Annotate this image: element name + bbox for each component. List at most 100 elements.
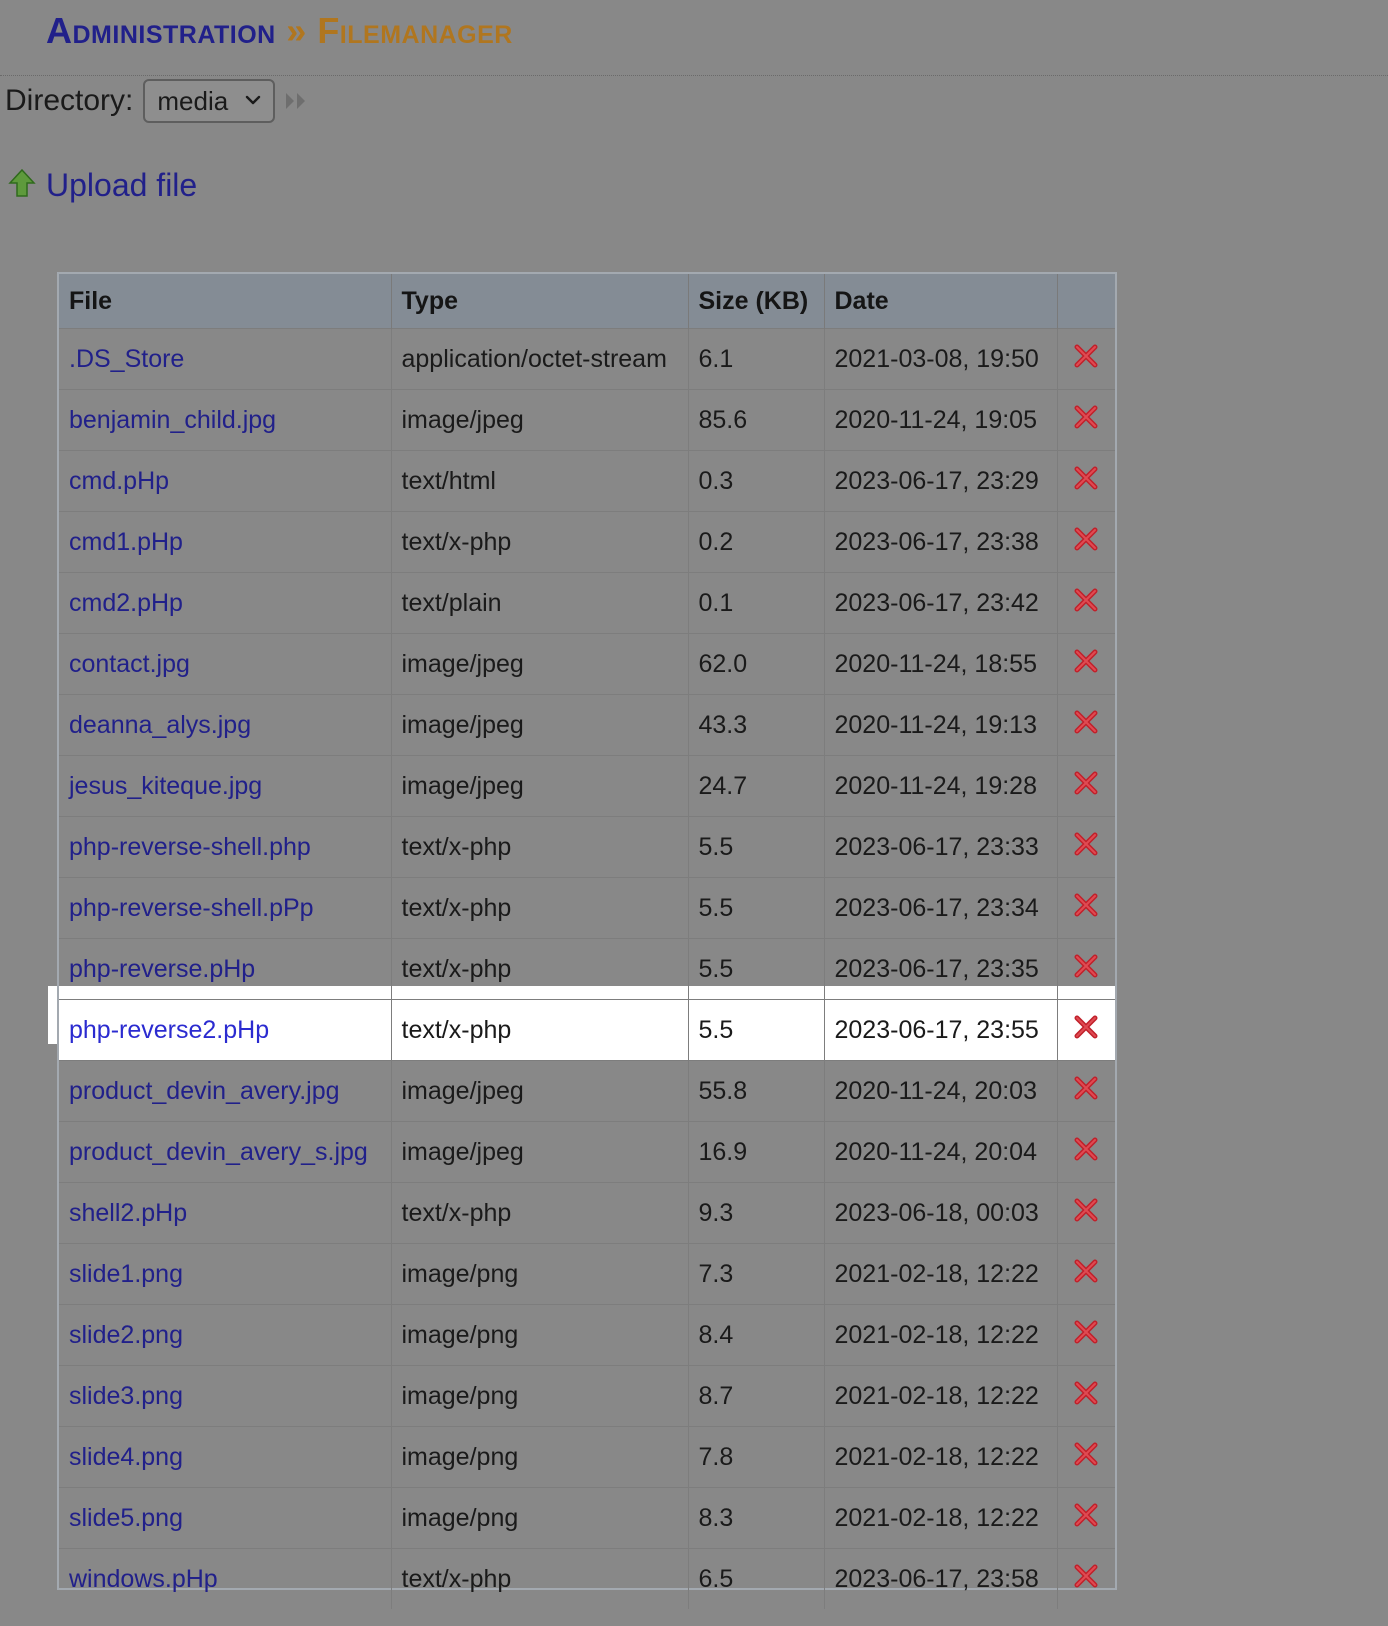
- delete-x-icon: [1072, 1198, 1100, 1230]
- file-name-link[interactable]: cmd.pHp: [59, 450, 392, 512]
- file-date: 2021-02-18, 12:22: [824, 1487, 1058, 1549]
- delete-file-button[interactable]: [1057, 633, 1115, 695]
- delete-file-button[interactable]: [1057, 1426, 1115, 1488]
- column-header-type[interactable]: Type: [391, 274, 689, 329]
- delete-file-button[interactable]: [1057, 1060, 1115, 1122]
- delete-file-button[interactable]: [1057, 511, 1115, 573]
- directory-select-value: media: [157, 85, 229, 116]
- delete-x-icon: [1072, 954, 1100, 986]
- file-type: image/jpeg: [391, 755, 689, 817]
- file-date: 2023-06-17, 23:55: [824, 999, 1058, 1061]
- table-row: slide1.png image/png 7.3 2021-02-18, 12:22: [59, 1243, 1115, 1305]
- delete-file-button[interactable]: [1057, 328, 1115, 390]
- file-size: 62.0: [688, 633, 825, 695]
- delete-file-button[interactable]: [1057, 755, 1115, 817]
- file-type: text/x-php: [391, 511, 689, 573]
- file-name-link[interactable]: slide2.png: [59, 1304, 392, 1366]
- file-name-link[interactable]: slide4.png: [59, 1426, 392, 1488]
- chevron-down-icon: [243, 90, 263, 115]
- delete-file-button[interactable]: [1057, 999, 1115, 1061]
- delete-file-button[interactable]: [1057, 1304, 1115, 1366]
- file-size: 5.5: [688, 877, 825, 939]
- file-name-link[interactable]: slide5.png: [59, 1487, 392, 1549]
- delete-file-button[interactable]: [1057, 1548, 1115, 1609]
- file-name-link[interactable]: jesus_kiteque.jpg: [59, 755, 392, 817]
- file-size: 5.5: [688, 999, 825, 1061]
- double-chevron-right-icon[interactable]: [283, 89, 311, 113]
- column-header-file[interactable]: File: [59, 274, 392, 329]
- file-size: 8.4: [688, 1304, 825, 1366]
- delete-file-button[interactable]: [1057, 1243, 1115, 1305]
- table-row: php-reverse-shell.pPp text/x-php 5.5 2023-0…: [59, 877, 1115, 939]
- file-name-link[interactable]: .DS_Store: [59, 328, 392, 390]
- file-size: 55.8: [688, 1060, 825, 1122]
- file-size: 8.3: [688, 1487, 825, 1549]
- file-name-link[interactable]: slide3.png: [59, 1365, 392, 1427]
- file-name-link[interactable]: shell2.pHp: [59, 1182, 392, 1244]
- file-name-link[interactable]: php-reverse-shell.pPp: [59, 877, 392, 939]
- delete-x-icon: [1072, 1503, 1100, 1535]
- file-name-link[interactable]: cmd2.pHp: [59, 572, 392, 634]
- table-row: product_devin_avery.jpg image/jpeg 55.8 202…: [59, 1060, 1115, 1122]
- file-type: image/jpeg: [391, 633, 689, 695]
- file-size: 5.5: [688, 938, 825, 1000]
- file-table-container: File Type Size (KB) Date .DS_Store applic…: [57, 272, 1117, 1609]
- file-name-link[interactable]: php-reverse-shell.php: [59, 816, 392, 878]
- delete-file-button[interactable]: [1057, 1121, 1115, 1183]
- file-name-link[interactable]: slide1.png: [59, 1243, 392, 1305]
- upload-file-link[interactable]: Upload file: [8, 163, 197, 207]
- file-name-link[interactable]: benjamin_child.jpg: [59, 389, 392, 451]
- filemanager-page: Administration » Filemanager Directory: …: [0, 0, 1388, 1626]
- file-name-link[interactable]: windows.pHp: [59, 1548, 392, 1609]
- file-type: text/x-php: [391, 1548, 689, 1609]
- file-size: 6.1: [688, 328, 825, 390]
- delete-x-icon: [1072, 1320, 1100, 1352]
- delete-x-icon: [1072, 405, 1100, 437]
- delete-file-button[interactable]: [1057, 572, 1115, 634]
- up-arrow-icon: [8, 168, 36, 203]
- file-type: image/png: [391, 1365, 689, 1427]
- delete-file-button[interactable]: [1057, 1365, 1115, 1427]
- breadcrumb-separator: »: [286, 10, 307, 51]
- page-title: Administration » Filemanager: [46, 6, 513, 56]
- table-row: jesus_kiteque.jpg image/jpeg 24.7 2020-11-2…: [59, 755, 1115, 817]
- delete-file-button[interactable]: [1057, 938, 1115, 1000]
- upload-file-label: Upload file: [46, 166, 198, 203]
- delete-file-button[interactable]: [1057, 1182, 1115, 1244]
- column-header-date[interactable]: Date: [824, 274, 1058, 329]
- file-size: 7.3: [688, 1243, 825, 1305]
- file-date: 2023-06-17, 23:58: [824, 1548, 1058, 1609]
- column-header-size[interactable]: Size (KB): [688, 274, 825, 329]
- delete-file-button[interactable]: [1057, 1487, 1115, 1549]
- breadcrumb-admin[interactable]: Administration: [46, 10, 276, 51]
- file-name-link[interactable]: deanna_alys.jpg: [59, 694, 392, 756]
- file-name-link[interactable]: product_devin_avery.jpg: [59, 1060, 392, 1122]
- delete-x-icon: [1072, 1137, 1100, 1169]
- file-name-link[interactable]: cmd1.pHp: [59, 511, 392, 573]
- column-header-actions: [1057, 274, 1115, 329]
- delete-file-button[interactable]: [1057, 816, 1115, 878]
- directory-select[interactable]: media: [143, 79, 276, 123]
- delete-file-button[interactable]: [1057, 877, 1115, 939]
- delete-file-button[interactable]: [1057, 389, 1115, 451]
- file-type: image/jpeg: [391, 694, 689, 756]
- file-name-link[interactable]: contact.jpg: [59, 633, 392, 695]
- file-type: text/html: [391, 450, 689, 512]
- file-name-link[interactable]: product_devin_avery_s.jpg: [59, 1121, 392, 1183]
- breadcrumb-section: Filemanager: [317, 10, 513, 51]
- delete-x-icon: [1072, 1076, 1100, 1108]
- file-name-link[interactable]: php-reverse.pHp: [59, 938, 392, 1000]
- file-size: 6.5: [688, 1548, 825, 1609]
- file-size: 24.7: [688, 755, 825, 817]
- table-row: slide5.png image/png 8.3 2021-02-18, 12:22: [59, 1487, 1115, 1549]
- delete-file-button[interactable]: [1057, 694, 1115, 756]
- file-size: 7.8: [688, 1426, 825, 1488]
- delete-x-icon: [1072, 588, 1100, 620]
- file-name-link[interactable]: php-reverse2.pHp: [59, 999, 392, 1061]
- delete-file-button[interactable]: [1057, 450, 1115, 512]
- table-row: product_devin_avery_s.jpg image/jpeg 16.9 2…: [59, 1121, 1115, 1183]
- delete-x-icon: [1072, 1381, 1100, 1413]
- file-date: 2023-06-17, 23:38: [824, 511, 1058, 573]
- delete-x-icon: [1072, 771, 1100, 803]
- delete-x-icon: [1072, 1015, 1100, 1047]
